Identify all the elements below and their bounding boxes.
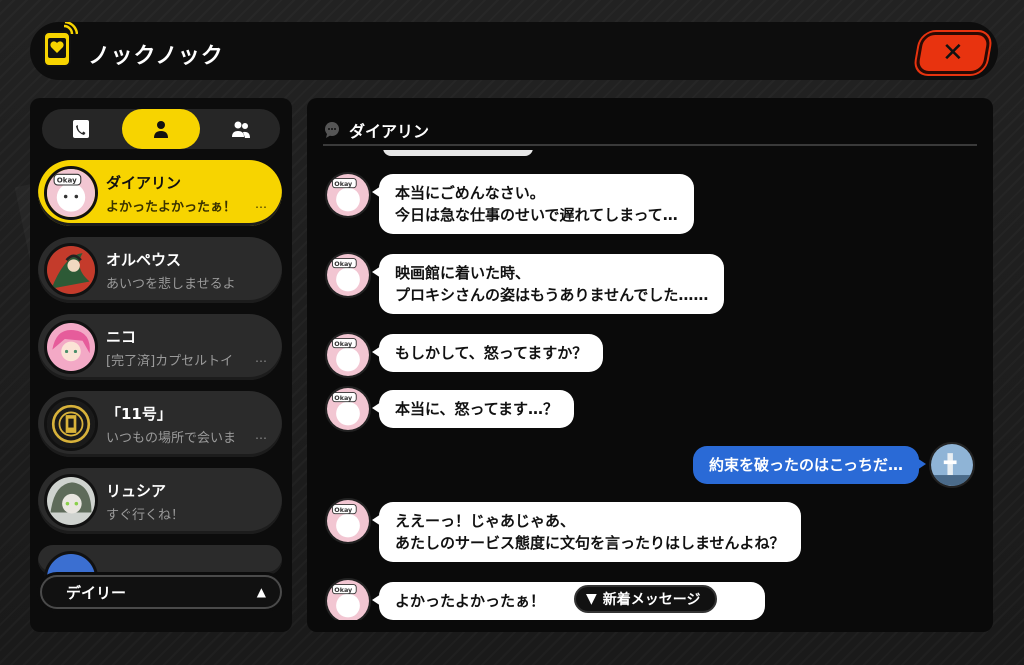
message-bubble: ええーっ！じゃあじゃあ、 あたしのサービス態度に文句を言ったりはしませんよね？ bbox=[372, 502, 801, 562]
svg-text:Okay: Okay bbox=[57, 175, 77, 184]
contact-list: Okay ダイアリン よかったよかったぁ！ … オルペウス あいつを悲しませるよ bbox=[38, 160, 284, 580]
message-line: もしかして、怒ってますか？ bbox=[395, 344, 588, 362]
message-bubble: 本当に、怒ってます…？ bbox=[371, 390, 575, 428]
message-line: 約束を破ったのはこっちだ… bbox=[709, 456, 903, 474]
new-message-button[interactable]: ▼ 新着メッセージ bbox=[574, 585, 717, 613]
contact-item[interactable]: リュシア すぐ行くね！ bbox=[38, 468, 282, 534]
contact-preview: いつもの場所で会いま bbox=[106, 431, 237, 446]
contact-name: オルペウス bbox=[106, 251, 182, 269]
chat-header: ダイアリン bbox=[323, 116, 977, 146]
avatar: Okay bbox=[325, 578, 371, 620]
svg-text:Okay: Okay bbox=[334, 506, 353, 514]
tab-contacts-book[interactable] bbox=[42, 109, 119, 149]
message-line: プロキシさんの姿はもうありませんでした…… bbox=[395, 286, 709, 304]
close-x-icon: ✕ bbox=[942, 38, 964, 68]
message-bubble: もしかして、怒ってますか？ bbox=[371, 334, 604, 372]
more-indicator: … bbox=[255, 351, 268, 365]
message-bubble: 本当にごめんなさい。 今日は急な仕事のせいで遅れてしまって… bbox=[372, 174, 694, 234]
avatar: Okay bbox=[325, 252, 371, 298]
message-bubble-partial bbox=[383, 150, 533, 156]
contact-item[interactable]: オルペウス あいつを悲しませるよ bbox=[38, 237, 282, 303]
more-indicator: … bbox=[255, 197, 268, 211]
message-list: Okay 本当にごめんなさい。 今日は急な仕事のせいで遅れてしまって… Okay… bbox=[307, 150, 993, 620]
avatar: Okay bbox=[325, 386, 371, 432]
avatar bbox=[44, 243, 98, 297]
contact-preview: [完了済]カプセルトイ bbox=[106, 354, 234, 369]
contact-name: ダイアリン bbox=[106, 174, 182, 192]
more-indicator: … bbox=[255, 428, 268, 442]
avatar: Okay bbox=[325, 498, 371, 544]
contact-name: ニコ bbox=[106, 328, 137, 346]
message-line: 本当にごめんなさい。 bbox=[395, 184, 545, 202]
close-button[interactable]: ✕ bbox=[914, 32, 992, 74]
app-title: ノックノック bbox=[88, 44, 224, 69]
svg-text:Okay: Okay bbox=[334, 586, 353, 594]
message-line: ええーっ！じゃあじゃあ、 bbox=[395, 512, 576, 530]
svg-text:Okay: Okay bbox=[334, 340, 353, 348]
person-icon bbox=[153, 121, 168, 138]
daily-label: デイリー bbox=[66, 583, 127, 602]
triangle-down-icon: ▼ bbox=[586, 591, 597, 607]
contact-item-partial[interactable] bbox=[38, 545, 282, 580]
avatar: Okay bbox=[44, 166, 98, 220]
phone-heart-icon bbox=[43, 22, 78, 67]
group-icon bbox=[232, 121, 251, 138]
svg-text:Okay: Okay bbox=[334, 180, 353, 188]
svg-text:Okay: Okay bbox=[334, 260, 353, 268]
avatar bbox=[44, 397, 98, 451]
new-message-label: 新着メッセージ bbox=[602, 592, 701, 608]
message-line: あたしのサービス態度に文句を言ったりはしませんよね？ bbox=[395, 534, 785, 552]
daily-filter-button[interactable]: デイリー ▲ bbox=[40, 575, 282, 609]
avatar bbox=[44, 474, 98, 528]
contact-name: 「11号」 bbox=[106, 405, 172, 423]
contact-preview: すぐ行くね！ bbox=[106, 508, 185, 523]
svg-text:Okay: Okay bbox=[334, 394, 353, 402]
triangle-up-icon: ▲ bbox=[256, 585, 266, 599]
chat-panel: ダイアリン Okay 本当にごめんなさい。 今日は急な仕事のせいで遅れてしまって… bbox=[307, 98, 993, 632]
contact-name: リュシア bbox=[106, 482, 167, 500]
contacts-panel: Okay ダイアリン よかったよかったぁ！ … オルペウス あいつを悲しませるよ bbox=[30, 98, 292, 632]
contact-item[interactable]: ニコ [完了済]カプセルトイ … bbox=[38, 314, 282, 380]
avatar bbox=[44, 320, 98, 374]
avatar-me bbox=[929, 442, 975, 488]
message-bubble: 映画館に着いた時、 プロキシさんの姿はもうありませんでした…… bbox=[371, 254, 725, 314]
avatar: Okay bbox=[325, 172, 371, 218]
message-line: 本当に、怒ってます…？ bbox=[395, 400, 559, 418]
contact-item[interactable]: Okay ダイアリン よかったよかったぁ！ … bbox=[38, 160, 282, 226]
message-line: 今日は急な仕事のせいで遅れてしまって… bbox=[395, 206, 678, 224]
message-line: 映画館に着いた時、 bbox=[395, 264, 531, 282]
tab-individual[interactable] bbox=[122, 109, 200, 149]
tab-group[interactable] bbox=[203, 109, 280, 149]
chat-bubble-icon bbox=[325, 122, 339, 138]
contact-item[interactable]: 「11号」 いつもの場所で会いま … bbox=[38, 391, 282, 457]
contact-tabs bbox=[42, 109, 280, 149]
avatar: Okay bbox=[325, 332, 371, 378]
phone-contact-icon bbox=[72, 120, 89, 138]
contact-preview: よかったよかったぁ！ bbox=[106, 200, 237, 215]
chat-contact-name: ダイアリン bbox=[349, 122, 430, 141]
contact-preview: あいつを悲しませるよ bbox=[106, 277, 236, 292]
message-bubble-mine: 約束を破ったのはこっちだ… bbox=[693, 446, 926, 484]
